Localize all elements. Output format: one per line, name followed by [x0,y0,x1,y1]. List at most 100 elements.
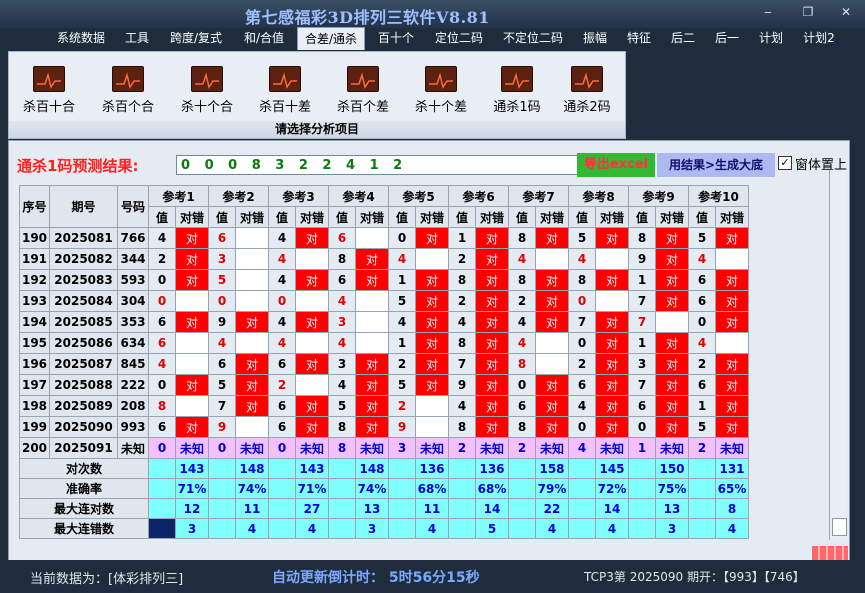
value-subheader: 值 [688,206,716,228]
ref-value: 0 [388,227,416,249]
window-title: 第七感福彩3D排列三软件V8.81 [245,8,490,27]
menu-position3[interactable]: 百十个 [370,29,422,47]
pred-value: 4 [568,437,596,459]
ref-header: 参考6 [448,185,509,207]
menu-plan[interactable]: 计划 [752,29,790,47]
table-row[interactable]: 192 2025083 593 0 对 5 4 对 6 对 1 对 8 对 8 对 8 对 1 对 6 对 [19,269,749,291]
stats-spacer [628,518,656,539]
row-issue: 2025089 [49,395,118,417]
ref-value: 1 [628,269,656,291]
ref-result [295,290,329,312]
prediction-field[interactable]: 0 0 0 8 3 2 2 4 1 2 [176,155,582,175]
ref-result [355,227,389,249]
table-row[interactable]: 194 2025085 353 6 对 9 对 4 对 3 4 对 4 对 4 对 7 对 7 0 对 [19,311,749,333]
stats-value: 65% [715,478,749,499]
btn-kill-bai-shi-sum[interactable]: 杀百十合 [19,66,79,115]
table-row[interactable]: 191 2025082 344 2 对 3 4 8 对 4 2 对 4 4 9 对 4 [19,248,749,270]
row-issue: 2025084 [49,290,118,312]
table-row[interactable]: 193 2025084 304 0 0 0 4 5 对 2 对 2 对 0 7 对 6 对 [19,290,749,312]
menu-system-data[interactable]: 系统数据 [50,29,112,47]
scrollbar-thumb[interactable] [832,518,847,536]
ref-value: 8 [508,416,536,438]
ref-value: 8 [148,395,176,417]
stats-value: 72% [595,478,629,499]
ref-result: 对 [295,416,329,438]
row-number: 222 [117,374,149,396]
menu-unfixed-2[interactable]: 不定位二码 [496,29,570,47]
ref-value: 8 [448,269,476,291]
maximize-button[interactable]: ❐ [795,4,821,20]
btn-kill-1-code[interactable]: 通杀1码 [487,66,547,115]
menu-amplitude[interactable]: 振幅 [576,29,614,47]
btn-kill-bai-shi-diff[interactable]: 杀百十差 [255,66,315,115]
table-row[interactable]: 198 2025089 208 8 7 对 6 对 5 对 2 4 对 6 对 4 对 6 对 1 对 [19,395,749,417]
vertical-scrollbar[interactable] [829,170,847,540]
btn-kill-2-code[interactable]: 通杀2码 [557,66,617,115]
stats-row: 最大连错数 3 4 4 3 4 5 4 4 3 4 [19,518,749,539]
menu-feature[interactable]: 特征 [620,29,658,47]
table-row[interactable]: 199 2025090 993 6 对 9 6 对 8 对 9 8 对 8 对 0 对 0 对 5 对 [19,416,749,438]
export-excel-button[interactable]: 导出excel [577,153,655,177]
stats-label: 最大连对数 [19,498,149,519]
ref-result [535,332,569,354]
ref-result: 对 [355,374,389,396]
btn-kill-shi-ge-diff[interactable]: 杀十个差 [411,66,471,115]
close-button[interactable]: ✕ [833,4,859,20]
menu-span[interactable]: 跨度/复式 [162,29,230,47]
pred-value: 2 [448,437,476,459]
ref-value: 8 [628,227,656,249]
ref-result: 对 [475,416,509,438]
menu-fixed-2[interactable]: 定位二码 [428,29,490,47]
ref-result: 对 [655,374,689,396]
menu-last-one[interactable]: 后一 [708,29,746,47]
ref-result: 对 [715,416,749,438]
result-subheader: 对错 [175,206,209,228]
table-row[interactable]: 190 2025081 766 4 对 6 4 对 6 0 对 1 对 8 对 5 对 8 对 5 对 [19,227,749,249]
row-index: 200 [19,437,50,459]
pred-result: 未知 [295,437,329,459]
ref-result [595,290,629,312]
ref-result: 对 [715,227,749,249]
value-subheader: 值 [328,206,356,228]
ref-result [295,374,329,396]
result-subheader: 对错 [475,206,509,228]
minimize-button[interactable]: ‒ [755,4,781,20]
ref-value: 8 [448,416,476,438]
ref-value: 5 [568,227,596,249]
menu-sum[interactable]: 和/合值 [236,29,292,47]
row-issue: 2025081 [49,227,118,249]
stats-spacer [568,498,596,519]
stats-row: 准确率 71% 74% 71% 74% 68% 68% 79% 72% 75% 65% [19,478,749,499]
stats-value: 4 [295,518,329,539]
ref-value: 1 [388,269,416,291]
table-row[interactable]: 196 2025087 845 4 6 对 6 对 3 对 2 对 7 对 8 2 对 3 对 2 对 [19,353,749,375]
value-subheader: 值 [388,206,416,228]
pred-value: 3 [388,437,416,459]
result-subheader: 对错 [295,206,329,228]
table-row[interactable]: 197 2025088 222 0 对 5 对 2 4 对 5 对 9 对 0 对 6 对 7 对 6 对 [19,374,749,396]
stats-spacer [568,478,596,499]
value-subheader: 值 [148,206,176,228]
menu-plan2[interactable]: 计划2 [796,29,842,47]
menu-tools[interactable]: 工具 [118,29,156,47]
prediction-row[interactable]: 200 2025091 未知 0 未知 0 未知 0 未知 8 未知 3 未知 2 未知 2 未知 4 未知 1 未知 2… [19,437,749,459]
stats-spacer [628,498,656,519]
topmost-checkbox[interactable]: ✓ [778,156,792,170]
ref-value: 2 [448,248,476,270]
btn-kill-shi-ge-sum[interactable]: 杀十个合 [177,66,237,115]
stats-value: 68% [475,478,509,499]
btn-kill-bai-ge-sum[interactable]: 杀百个合 [98,66,158,115]
prediction-label: 通杀1码预测结果: [17,157,139,175]
generate-base-button[interactable]: 用结果>生成大底 [657,153,775,177]
menu-diff-kill[interactable]: 合差/通杀 [297,27,365,50]
stats-value: 148 [355,458,389,479]
menu-last-two[interactable]: 后二 [664,29,702,47]
btn-kill-bai-ge-diff[interactable]: 杀百个差 [333,66,393,115]
table-row[interactable]: 195 2025086 634 6 4 4 4 1 对 8 对 4 0 对 1 对 4 [19,332,749,354]
ref-result: 对 [715,311,749,333]
ref-result: 对 [595,311,629,333]
ref-result [655,311,689,333]
ref-result: 对 [475,248,509,270]
row-index: 199 [19,416,50,438]
stats-spacer [448,458,476,479]
